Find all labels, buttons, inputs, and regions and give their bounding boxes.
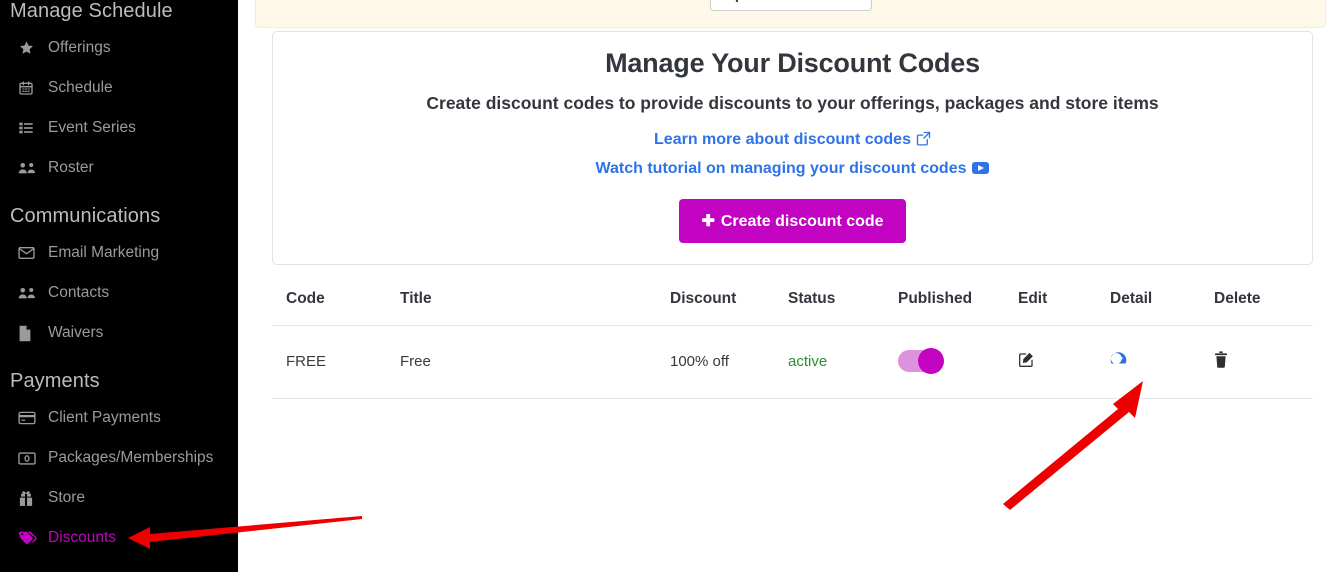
update-credit-card-banner: Update Credit Card [255,0,1326,28]
cell-title: Free [400,325,670,399]
status-text: active [788,352,828,370]
tags-icon [18,530,44,546]
sidebar-item-offerings[interactable]: Offerings [0,28,111,68]
pencil-square-icon[interactable] [1018,351,1035,368]
watch-tutorial-link-label: Watch tutorial on managing your discount… [595,160,967,177]
create-discount-code-label: Create discount code [720,213,884,230]
users-icon [18,285,44,301]
sidebar-item-discounts[interactable]: Discounts [0,518,116,558]
column-header-published: Published [898,290,1018,326]
learn-more-row: Learn more about discount codes [273,131,1312,151]
plus-icon: ✚ [701,213,715,230]
sidebar-item-label: Event Series [48,119,136,136]
learn-more-link-label: Learn more about discount codes [654,131,911,148]
sidebar-item-store[interactable]: Store [0,478,85,518]
column-header-delete: Delete [1214,290,1313,326]
column-header-edit: Edit [1018,290,1110,326]
tachometer-icon[interactable] [1110,351,1127,367]
discount-codes-table-wrapper: Code Title Discount Status Published Edi… [272,290,1313,399]
discount-codes-table: Code Title Discount Status Published Edi… [272,290,1313,399]
sidebar-item-label: Packages/Memberships [48,449,214,466]
trash-icon[interactable] [1214,350,1228,368]
sidebar-heading-communications: Communications [10,205,161,227]
sidebar-item-label: Waivers [48,324,104,341]
sidebar-heading-manage-schedule: Manage Schedule [10,0,173,22]
sidebar-heading-payments: Payments [10,370,100,392]
discount-codes-card: Manage Your Discount Codes Create discou… [272,31,1313,265]
envelope-icon [18,246,44,260]
tutorial-row: Watch tutorial on managing your discount… [273,160,1312,178]
toggle-knob [918,348,944,374]
calendar-icon [18,80,44,96]
published-toggle[interactable] [898,348,944,374]
sidebar-item-label: Discounts [48,529,117,546]
table-header: Code Title Discount Status Published Edi… [272,290,1313,326]
sidebar-item-contacts[interactable]: Contacts [0,273,109,313]
cell-published [898,325,1018,399]
sidebar-item-event-series[interactable]: Event Series [0,108,136,148]
sidebar-item-label: Email Marketing [48,244,160,261]
money-bill-icon [18,451,44,465]
column-header-code: Code [272,290,400,326]
create-discount-code-button[interactable]: ✚ Create discount code [679,199,906,243]
main-content: Update Credit Card Manage Your Discount … [238,0,1326,572]
page-root: Manage Schedule Offerings Schedule Event… [0,0,1326,572]
column-header-detail: Detail [1110,290,1214,326]
page-subtitle: Create discount codes to provide discoun… [426,93,1159,113]
sidebar-item-client-payments[interactable]: Client Payments [0,398,161,438]
column-header-discount: Discount [670,290,788,326]
sidebar-item-label: Client Payments [48,409,161,426]
column-header-status: Status [788,290,898,326]
sidebar-item-label: Contacts [48,284,110,301]
cell-edit [1018,325,1110,399]
sidebar-item-email-marketing[interactable]: Email Marketing [0,233,159,273]
gift-icon [18,490,44,507]
users-icon [18,160,44,176]
cell-detail [1110,325,1214,399]
column-header-title: Title [400,290,670,326]
update-credit-card-button[interactable]: Update Credit Card [709,0,872,11]
sidebar: Manage Schedule Offerings Schedule Event… [0,0,238,572]
status-badge: active [788,325,898,399]
sidebar-item-roster[interactable]: Roster [0,148,94,188]
sidebar-item-packages-memberships[interactable]: Packages/Memberships [0,438,213,478]
credit-card-icon [18,411,44,425]
list-icon [18,120,44,136]
cell-delete [1214,325,1313,399]
table-header-row: Code Title Discount Status Published Edi… [272,290,1313,326]
cell-code: FREE [272,325,400,399]
sidebar-item-label: Offerings [48,39,111,56]
star-icon [18,40,44,56]
file-icon [18,325,44,342]
sidebar-item-schedule[interactable]: Schedule [0,68,113,108]
watch-tutorial-link[interactable]: Watch tutorial on managing your discount… [596,160,990,177]
table-row: FREE Free 100% off active [272,325,1313,399]
sidebar-item-waivers[interactable]: Waivers [0,313,103,353]
cell-discount: 100% off [670,325,788,399]
table-body: FREE Free 100% off active [272,325,1313,399]
learn-more-link[interactable]: Learn more about discount codes [654,131,931,148]
page-title: Manage Your Discount Codes [605,48,980,78]
create-button-row: ✚ Create discount code [273,199,1312,243]
sidebar-item-label: Schedule [48,79,113,96]
external-link-icon [916,131,931,151]
sidebar-item-label: Roster [48,159,94,176]
video-play-icon [972,162,990,174]
sidebar-item-label: Store [48,489,86,506]
